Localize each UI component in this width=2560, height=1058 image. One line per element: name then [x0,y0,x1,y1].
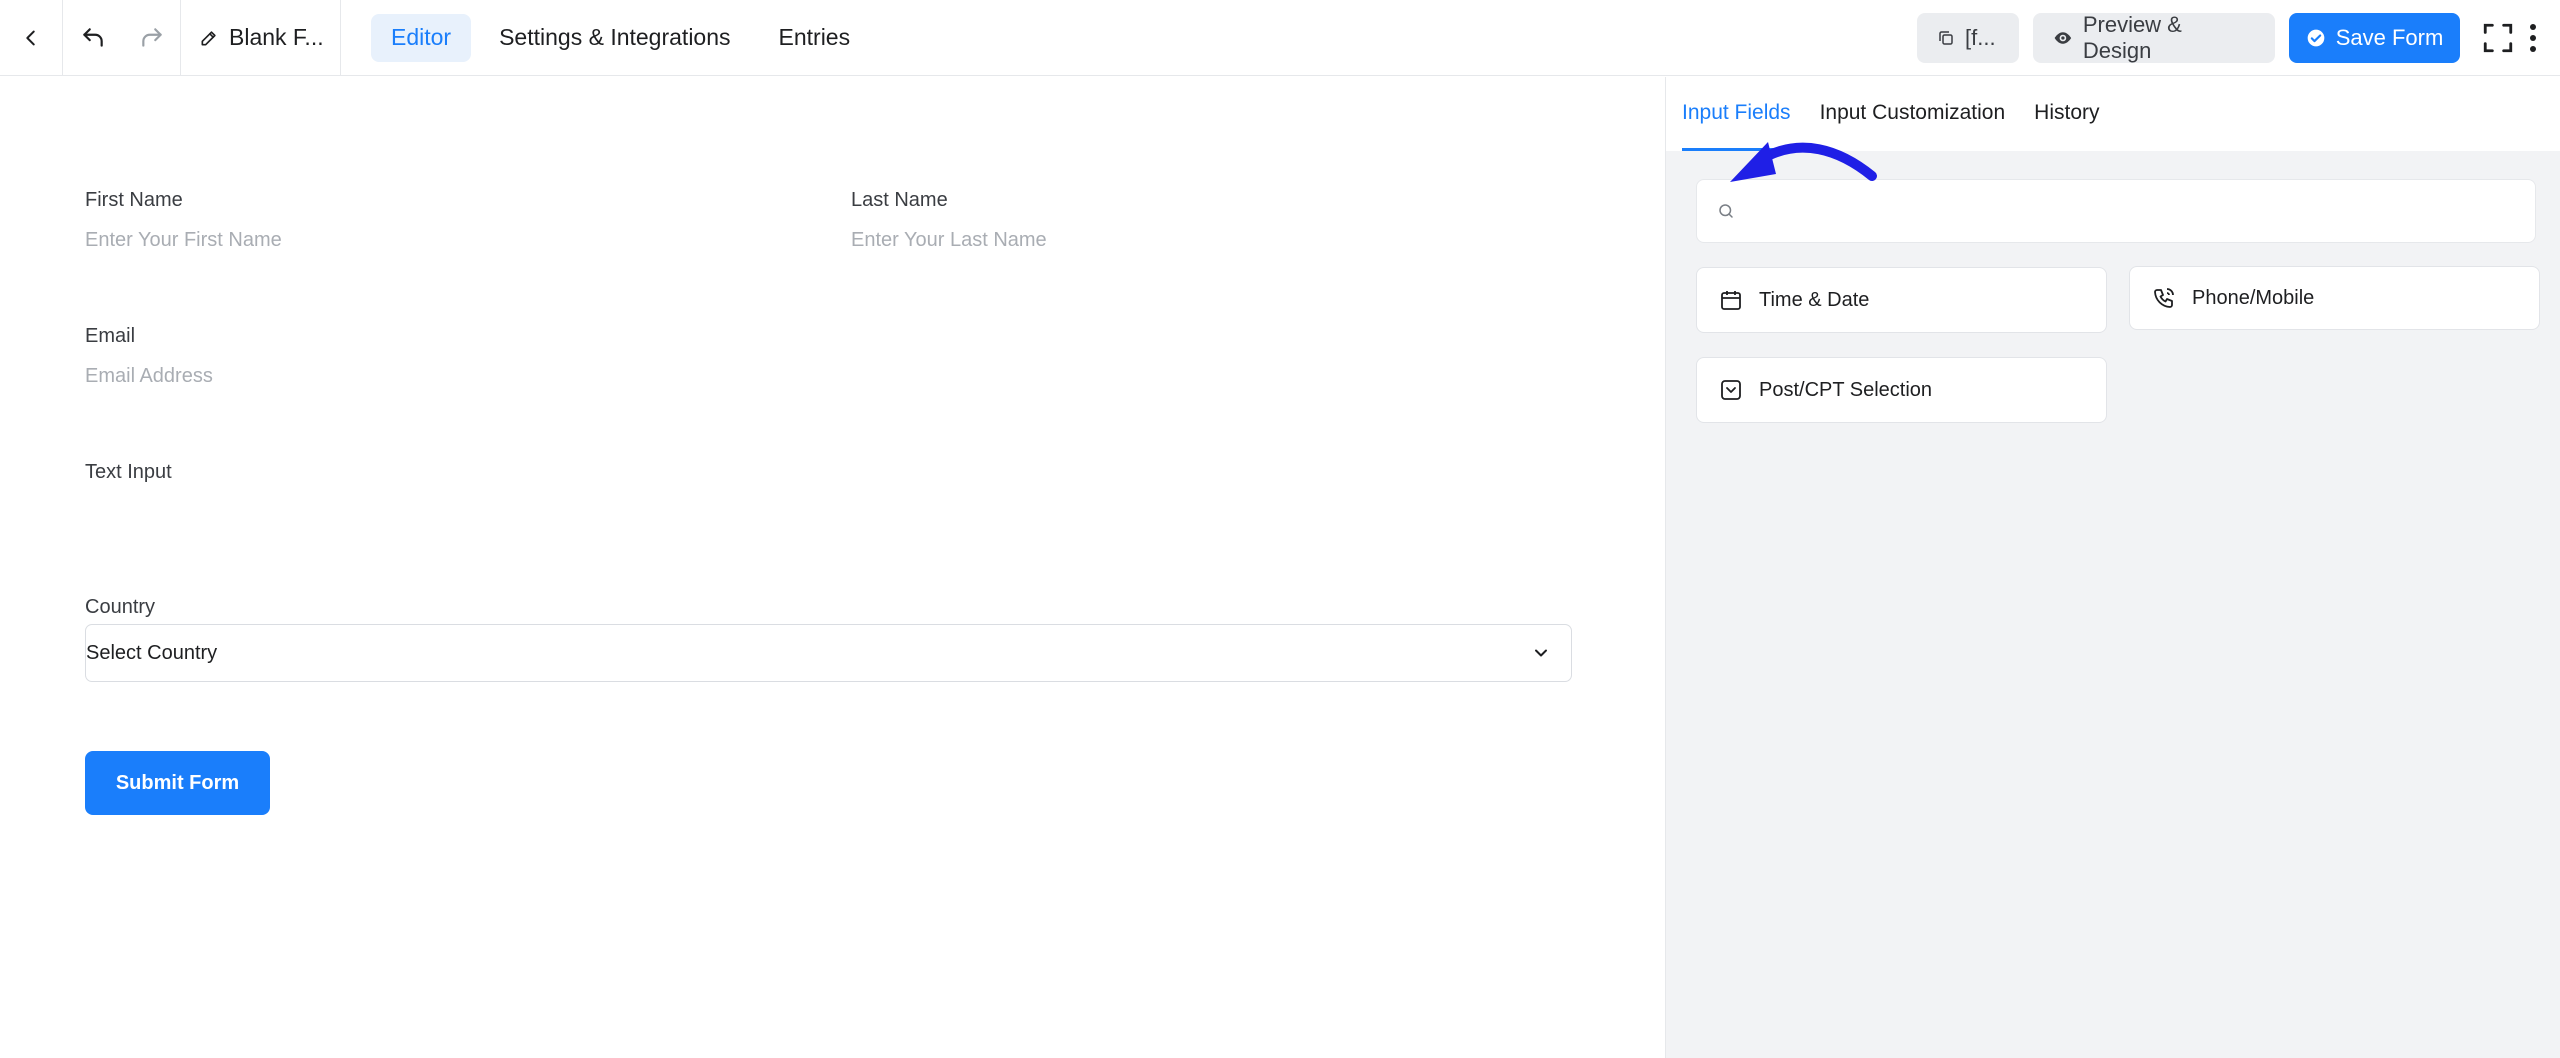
save-form-button[interactable]: Save Form [2289,13,2460,63]
tab-history[interactable]: History [2034,77,2099,151]
shortcode-text: [f... [1965,25,1996,50]
field-time-date[interactable]: Time & Date [1696,267,2107,333]
check-circle-icon [2307,29,2325,47]
chevron-left-icon [26,30,35,45]
preview-design-label: Preview & Design [2082,12,2182,63]
eye-icon [2054,32,2072,44]
chevron-down-icon [1535,649,1547,657]
undo-button[interactable] [63,0,123,76]
tab-settings-integrations[interactable]: Settings & Integrations [479,14,750,62]
pencil-icon [201,30,216,46]
field-post-cpt-label: Post/CPT Selection [1759,378,1933,401]
fullscreen-icon [2483,23,2513,53]
kebab-menu-icon [2530,24,2536,52]
field-post-cpt-selection[interactable]: Post/CPT Selection [1696,357,2107,423]
country-select-value: Select Country [86,641,218,664]
last-name-label: Last Name [851,189,948,211]
last-name-field[interactable]: Enter Your Last Name [851,229,1047,252]
redo-button[interactable] [123,0,181,76]
top-toolbar: Blank F... Editor Settings & Integration… [0,0,2560,76]
phone-icon [2154,288,2174,308]
panel-tabs: Input Fields Input Customization History [1666,77,2560,151]
tab-input-fields[interactable]: Input Fields [1682,77,1791,151]
fields-panel: Input Fields Input Customization History… [1665,77,2560,1058]
form-title-text: Blank F... [229,24,324,50]
text-input-field[interactable] [85,493,1572,553]
form-title[interactable]: Blank F... [181,0,341,76]
country-label: Country [85,596,156,618]
toolbar-actions: [f... Preview & Design Save Form [1917,0,2560,76]
calendar-icon [1721,291,1741,310]
save-form-label: Save Form [2335,25,2444,50]
more-options-button[interactable] [2518,13,2548,63]
form-editor-canvas: First Name Enter Your First Name Last Na… [0,77,1665,1058]
submit-form-button[interactable]: Submit Form [85,751,270,815]
field-search-input[interactable] [1745,199,2505,223]
back-button[interactable] [0,0,63,76]
undo-icon [83,27,103,47]
first-name-label: First Name [85,189,183,211]
redo-icon [141,27,162,47]
email-field[interactable]: Email Address [85,365,213,388]
country-select[interactable]: Select Country [85,624,1572,682]
field-search-box[interactable] [1696,179,2536,243]
field-phone-mobile-label: Phone/Mobile [2192,286,2315,309]
preview-design-button[interactable]: Preview & Design [2033,12,2275,63]
fullscreen-button[interactable] [2478,13,2518,63]
shortcode-button[interactable]: [f... [1917,13,2019,63]
first-name-field[interactable]: Enter Your First Name [85,229,282,252]
field-time-date-label: Time & Date [1759,288,1870,311]
tab-input-customization[interactable]: Input Customization [1820,77,2006,151]
copy-icon [1939,31,1953,45]
tab-entries[interactable]: Entries [759,14,871,62]
field-phone-mobile[interactable]: Phone/Mobile [2129,266,2540,330]
text-input-label: Text Input [85,461,172,483]
tab-editor[interactable]: Editor [371,13,472,62]
search-icon [1719,204,1733,218]
email-label: Email [85,325,136,347]
main-tabs: Editor Settings & Integrations Entries [371,13,871,62]
dropdown-box-icon [1721,380,1741,400]
